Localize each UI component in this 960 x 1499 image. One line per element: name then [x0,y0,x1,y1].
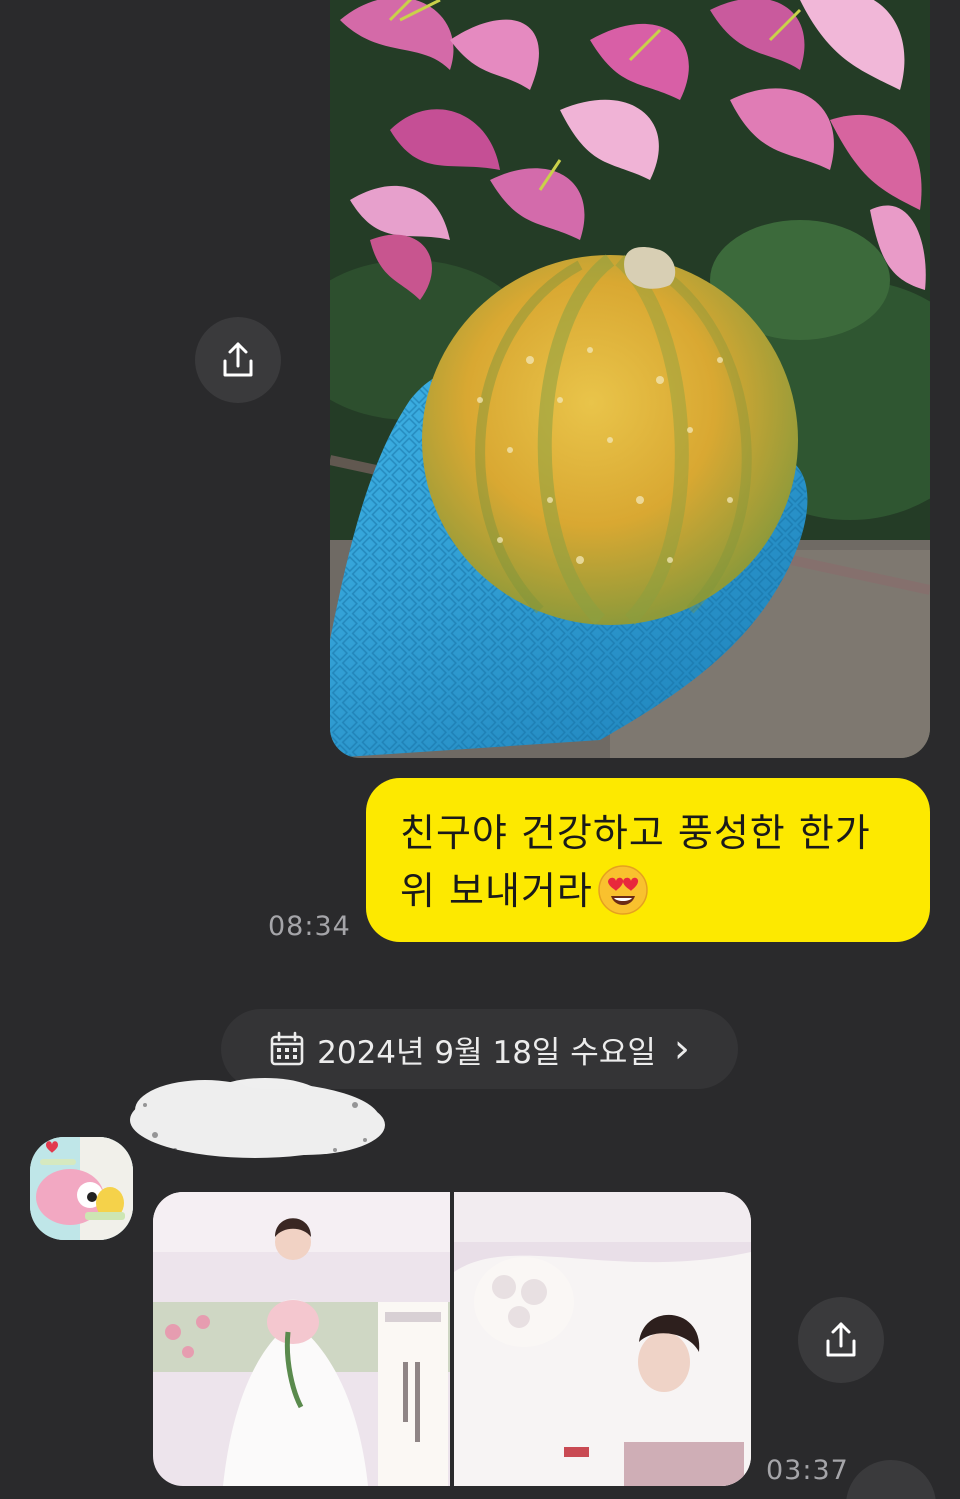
wedding-photo-2-image [454,1192,751,1486]
chevron-right-icon: › [673,1026,690,1072]
outgoing-message-bubble[interactable]: 친구야 건강하고 풍성한 한가 위 보내거라 [366,778,930,942]
pumpkin-photo-image [330,0,930,758]
wedding-photo-2[interactable] [454,1192,751,1486]
avatar-image [30,1137,133,1240]
heart-eyes-emoji-icon [598,864,648,915]
message-text-line1: 친구야 건강하고 풍성한 한가 [400,811,871,855]
message-time: 08:34 [268,911,351,942]
wedding-photo-1[interactable] [153,1192,450,1486]
pumpkin-photo[interactable] [330,0,930,758]
share-button[interactable] [195,317,281,403]
message-text-line2: 위 보내거라 [400,862,900,920]
share-button-photos[interactable] [798,1297,884,1383]
chat-screen: 친구야 건강하고 풍성한 한가 위 보내거라 08:34 2024년 9월 18… [0,0,960,1499]
sender-avatar[interactable] [30,1137,133,1240]
wedding-photo-1-image [153,1192,450,1486]
share-icon [223,342,253,377]
scroll-to-bottom-button[interactable] [846,1460,936,1499]
message-text-line2-text: 위 보내거라 [400,869,593,913]
incoming-message-time: 03:37 [766,1455,849,1486]
incoming-photo-group[interactable] [153,1192,751,1486]
share-icon [826,1322,856,1357]
calendar-icon [270,1031,304,1066]
redacted-sender-name [130,1078,385,1158]
